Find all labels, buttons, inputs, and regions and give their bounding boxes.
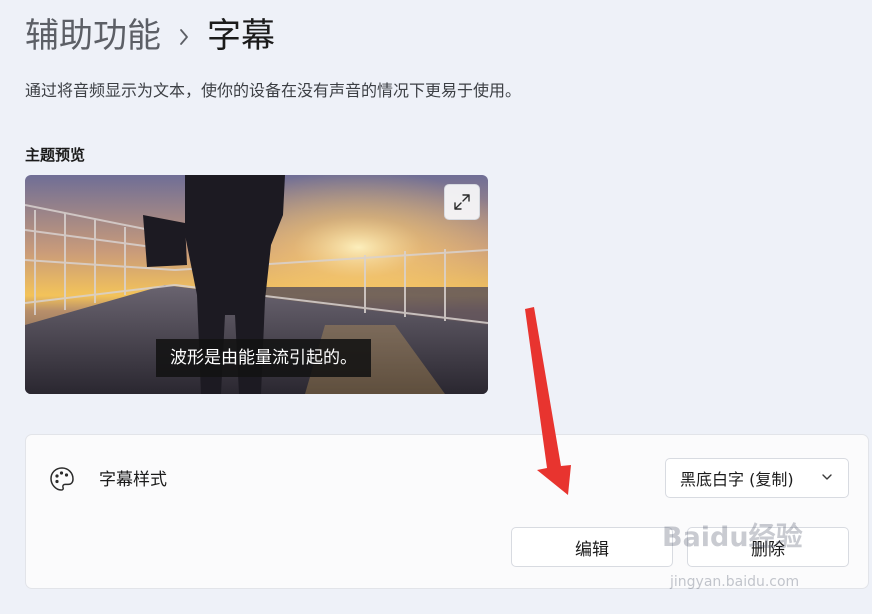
page-title: 字幕 (207, 16, 275, 56)
baidu-watermark-logo: Baidu经验 (662, 522, 803, 553)
expand-icon (453, 193, 471, 211)
preview-caption: 波形是由能量流引起的。 (156, 339, 371, 377)
page-description: 通过将音频显示为文本，使你的设备在没有声音的情况下更易于使用。 (25, 81, 522, 100)
caption-style-label: 字幕样式 (99, 470, 167, 490)
caption-style-dropdown[interactable]: 黑底白字 (复制) (665, 458, 849, 498)
expand-preview-button[interactable] (444, 184, 480, 220)
breadcrumb-parent-link[interactable]: 辅助功能 (25, 14, 161, 58)
theme-preview-image: 波形是由能量流引起的。 (25, 175, 488, 394)
palette-icon (48, 465, 76, 493)
caption-style-card: 字幕样式 黑底白字 (复制) 编辑 删除 (25, 434, 869, 589)
baidu-watermark-url: jingyan.baidu.com (670, 574, 800, 590)
edit-button[interactable]: 编辑 (511, 527, 673, 567)
chevron-down-icon (820, 469, 834, 488)
theme-preview-label: 主题预览 (25, 146, 86, 164)
breadcrumb: 辅助功能 字幕 (25, 14, 275, 58)
caption-style-selected-value: 黑底白字 (复制) (680, 470, 794, 489)
breadcrumb-separator-icon (175, 14, 193, 58)
